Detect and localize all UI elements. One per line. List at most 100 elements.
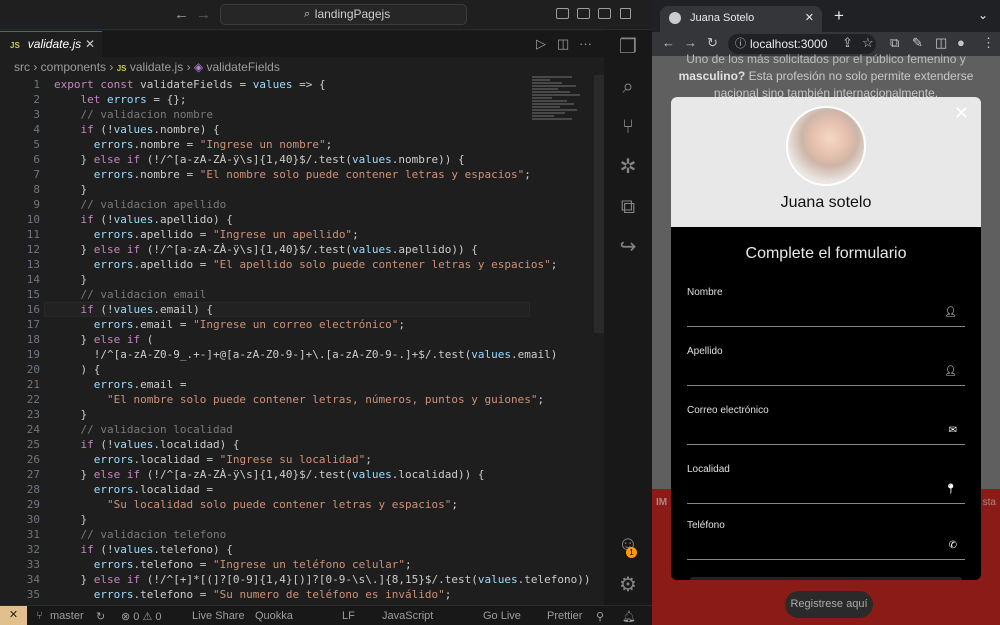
breadcrumb-symbol[interactable]: validateFields	[206, 60, 279, 74]
code-line[interactable]: let errors = {};	[54, 92, 594, 107]
chevron-down-icon[interactable]: ⌄	[978, 8, 988, 22]
nombre-field[interactable]: Nombre 👤︎	[687, 287, 965, 327]
code-line[interactable]: }	[54, 407, 594, 422]
editor-tab[interactable]: JS validate.js ✕	[0, 31, 102, 57]
code-line[interactable]: if (!values.apellido) {	[54, 212, 594, 227]
live-share-icon[interactable]: ↪	[617, 236, 639, 258]
code-line[interactable]: "El nombre solo puede contener letras, n…	[54, 392, 594, 407]
status-go-live[interactable]: Go Live	[483, 610, 521, 622]
toggle-panel-icon[interactable]	[577, 8, 590, 19]
new-tab-icon[interactable]: +	[834, 6, 844, 26]
code-line[interactable]: } else if (!/^[+]*[(]?[0-9]{1,4}[)]?[0-9…	[54, 572, 594, 587]
avatar[interactable]: ●	[957, 35, 965, 50]
title-bar: ← → ⌕ landingPagejs	[0, 0, 652, 30]
editor-scrollbar[interactable]	[594, 75, 604, 333]
code-line[interactable]: if (!values.telefono) {	[54, 542, 594, 557]
extensions-icon[interactable]: ⧉	[617, 196, 639, 218]
close-icon[interactable]: ✕	[805, 6, 814, 30]
side-panel-icon[interactable]: ◫	[935, 35, 947, 51]
code-line[interactable]: export const validateFields = values => …	[54, 77, 594, 92]
code-line[interactable]: errors.nombre = "Ingrese un nombre";	[54, 137, 594, 152]
status-prettier[interactable]: Prettier	[547, 610, 582, 622]
search-icon[interactable]: ⌕	[617, 76, 639, 98]
code-editor[interactable]: export const validateFields = values => …	[54, 77, 594, 602]
code-line[interactable]: ) {	[54, 362, 594, 377]
status-quokka[interactable]: Quokka	[255, 610, 293, 622]
telefono-field[interactable]: Teléfono ✆	[687, 520, 965, 560]
code-line[interactable]: errors.email =	[54, 377, 594, 392]
run-icon[interactable]: ▷	[536, 36, 546, 52]
customize-layout-icon[interactable]	[620, 8, 631, 19]
code-line[interactable]: // validacion email	[54, 287, 594, 302]
forward-arrow-icon[interactable]: →	[196, 6, 211, 23]
code-line[interactable]: errors.apellido = "Ingrese un apellido";	[54, 227, 594, 242]
code-line[interactable]: errors.apellido = "El apellido solo pued…	[54, 257, 594, 272]
browser-tab[interactable]: Juana Sotelo ✕	[660, 6, 822, 32]
code-line[interactable]: } else if (!/^[a-zA-ZÀ-ÿ\s]{1,40}$/.test…	[54, 152, 594, 167]
code-line[interactable]: !/^[a-zA-Z0-9_.+-]+@[a-zA-Z0-9-]+\.[a-zA…	[54, 347, 594, 362]
code-line[interactable]: } else if (	[54, 332, 594, 347]
breadcrumb-src[interactable]: src	[14, 60, 30, 74]
status-language[interactable]: JavaScript	[382, 610, 433, 622]
more-actions-icon[interactable]: ···	[579, 36, 592, 51]
remote-icon[interactable]: ✕	[0, 606, 27, 625]
code-line[interactable]: } else if (!/^[a-zA-ZÀ-ÿ\s]{1,40}$/.test…	[54, 242, 594, 257]
web-page: Uno de los más solicitados por el públic…	[652, 52, 1000, 625]
split-editor-icon[interactable]: ◫	[557, 36, 569, 52]
code-line[interactable]: // validacion telefono	[54, 527, 594, 542]
code-line[interactable]: }	[54, 512, 594, 527]
breadcrumb-components[interactable]: components	[41, 60, 106, 74]
code-line[interactable]: errors.telefono = "Su numero de teléfono…	[54, 587, 594, 602]
submit-button[interactable]	[690, 577, 962, 580]
code-line[interactable]: errors.localidad =	[54, 482, 594, 497]
code-line[interactable]: }	[54, 272, 594, 287]
code-line[interactable]: // validacion apellido	[54, 197, 594, 212]
code-line[interactable]: if (!values.localidad) {	[54, 437, 594, 452]
code-line[interactable]: if (!values.nombre) {	[54, 122, 594, 137]
back-icon[interactable]: ←	[662, 35, 675, 50]
toggle-sidebar-icon[interactable]	[556, 8, 569, 19]
code-line[interactable]: errors.email = "Ingrese un correo electr…	[54, 317, 594, 332]
status-eol[interactable]: LF	[342, 610, 355, 622]
code-line[interactable]: }	[54, 182, 594, 197]
code-line[interactable]: // validacion nombre	[54, 107, 594, 122]
code-line[interactable]: errors.telefono = "Ingrese un teléfono c…	[54, 557, 594, 572]
edit-icon[interactable]: ✎	[912, 35, 923, 51]
code-line[interactable]: errors.nombre = "El nombre solo puede co…	[54, 167, 594, 182]
email-field[interactable]: Correo electrónico ✉	[687, 405, 965, 445]
code-line[interactable]: } else if (!/^[a-zA-ZÀ-ÿ\s]{1,40}$/.test…	[54, 467, 594, 482]
register-button[interactable]: Registrese aquí	[785, 591, 873, 618]
gear-icon[interactable]: ⚙	[617, 574, 639, 596]
forward-icon[interactable]: →	[684, 35, 697, 50]
command-center[interactable]: ⌕ landingPagejs	[220, 4, 467, 25]
breadcrumb-file[interactable]: validate.js	[130, 60, 183, 74]
code-line[interactable]: errors.localidad = "Ingrese su localidad…	[54, 452, 594, 467]
reload-icon[interactable]: ↻	[707, 35, 718, 51]
close-icon[interactable]: ✕	[954, 103, 969, 124]
browser-tab-bar: Juana Sotelo ✕ + ⌄	[652, 0, 1000, 32]
status-problems[interactable]: ⊗ 0 ⚠ 0	[121, 610, 161, 623]
extensions-icon[interactable]: ⧉	[890, 35, 899, 51]
code-line[interactable]: if (!values.email) {	[54, 302, 594, 317]
feedback-icon[interactable]: ⚲	[596, 610, 604, 623]
status-live-share[interactable]: Live Share	[192, 610, 245, 622]
explorer-icon[interactable]: ❐	[617, 36, 639, 58]
back-arrow-icon[interactable]: ←	[174, 6, 189, 23]
apellido-field[interactable]: Apellido 👤︎	[687, 346, 965, 386]
star-icon[interactable]: ☆	[862, 35, 874, 51]
source-control-icon[interactable]: ⑂	[617, 116, 639, 138]
notifications-icon[interactable]: 🔔︎	[622, 610, 636, 623]
line-number: 31	[26, 528, 40, 541]
menu-icon[interactable]: ⋮	[982, 35, 995, 51]
form-modal: ✕ Juana sotelo Complete el formulario No…	[671, 97, 981, 580]
run-debug-icon[interactable]: ✲	[617, 156, 639, 178]
share-icon[interactable]: ⇪	[842, 35, 853, 51]
status-branch[interactable]: master	[50, 610, 84, 622]
minimap[interactable]	[532, 75, 582, 135]
sync-icon[interactable]: ↻	[96, 610, 105, 623]
toggle-secondary-sidebar-icon[interactable]	[598, 8, 611, 19]
code-line[interactable]: // validacion localidad	[54, 422, 594, 437]
localidad-field[interactable]: Localidad 📍︎	[687, 464, 965, 504]
close-icon[interactable]: ✕	[85, 32, 95, 56]
code-line[interactable]: "Su localidad solo puede contener letras…	[54, 497, 594, 512]
